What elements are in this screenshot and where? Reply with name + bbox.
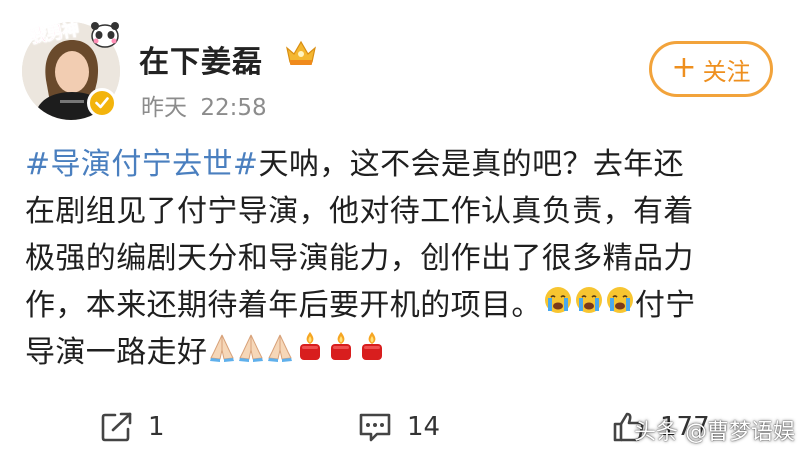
plus-icon: + xyxy=(671,49,697,85)
post-time-day: 昨天 xyxy=(141,95,187,121)
folded-hands-icon xyxy=(208,329,236,376)
post-body: #导演付宁去世# 天呐，这不会是真的吧？去年还 在剧组见了付宁导演，他对待工作认… xyxy=(25,141,785,376)
post-line-1: #导演付宁去世# 天呐，这不会是真的吧？去年还 xyxy=(25,141,785,188)
post-line-4: 作，本来还期待着年后要开机的项目。 付宁 xyxy=(25,282,785,329)
post-line-2: 在剧组见了付宁导演，他对待工作认真负责，有着 xyxy=(25,188,785,235)
repost-button[interactable]: 1 xyxy=(100,411,165,443)
comment-button[interactable]: 14 xyxy=(357,411,440,443)
candle-icon xyxy=(295,329,325,376)
post-line-3-text: 极强的编剧天分和导演能力，创作出了很多精品力 xyxy=(25,241,694,276)
post-time-clock: 22:58 xyxy=(200,95,267,121)
post-line-1-text: 天呐，这不会是真的吧？去年还 xyxy=(258,147,685,182)
verified-badge-icon xyxy=(87,88,117,118)
follow-button[interactable]: + 关注 xyxy=(649,41,773,97)
username[interactable]: 在下姜磊 xyxy=(139,37,263,81)
follow-button-label: 关注 xyxy=(702,57,751,86)
candle-icon xyxy=(326,329,356,376)
hashtag-link[interactable]: #导演付宁去世# xyxy=(25,141,258,188)
crying-face-icon xyxy=(543,282,573,329)
post-line-5: 导演一路走好 xyxy=(25,329,785,376)
post-time: 昨天 22:58 xyxy=(141,88,267,122)
candle-icon xyxy=(357,329,387,376)
post-line-5-text: 导演一路走好 xyxy=(25,335,208,370)
panda-icon xyxy=(91,22,119,48)
folded-hands-icon xyxy=(237,329,265,376)
post-line-4-tail: 付宁 xyxy=(634,288,696,323)
crying-face-icon xyxy=(574,282,604,329)
folded-hands-icon xyxy=(266,329,294,376)
repost-icon xyxy=(101,412,132,442)
post-line-3: 极强的编剧天分和导演能力，创作出了很多精品力 xyxy=(25,235,785,282)
watermark: 头条 @曹梦语娱 xyxy=(634,420,795,445)
comment-count: 14 xyxy=(407,412,441,442)
post-line-2-text: 在剧组见了付宁导演，他对待工作认真负责，有着 xyxy=(25,194,694,229)
crying-face-icon xyxy=(605,282,635,329)
post-line-4-text: 作，本来还期待着年后要开机的项目。 xyxy=(25,288,542,323)
comment-icon xyxy=(359,413,391,442)
repost-count: 1 xyxy=(148,412,165,442)
vip-crown-icon xyxy=(286,40,316,65)
